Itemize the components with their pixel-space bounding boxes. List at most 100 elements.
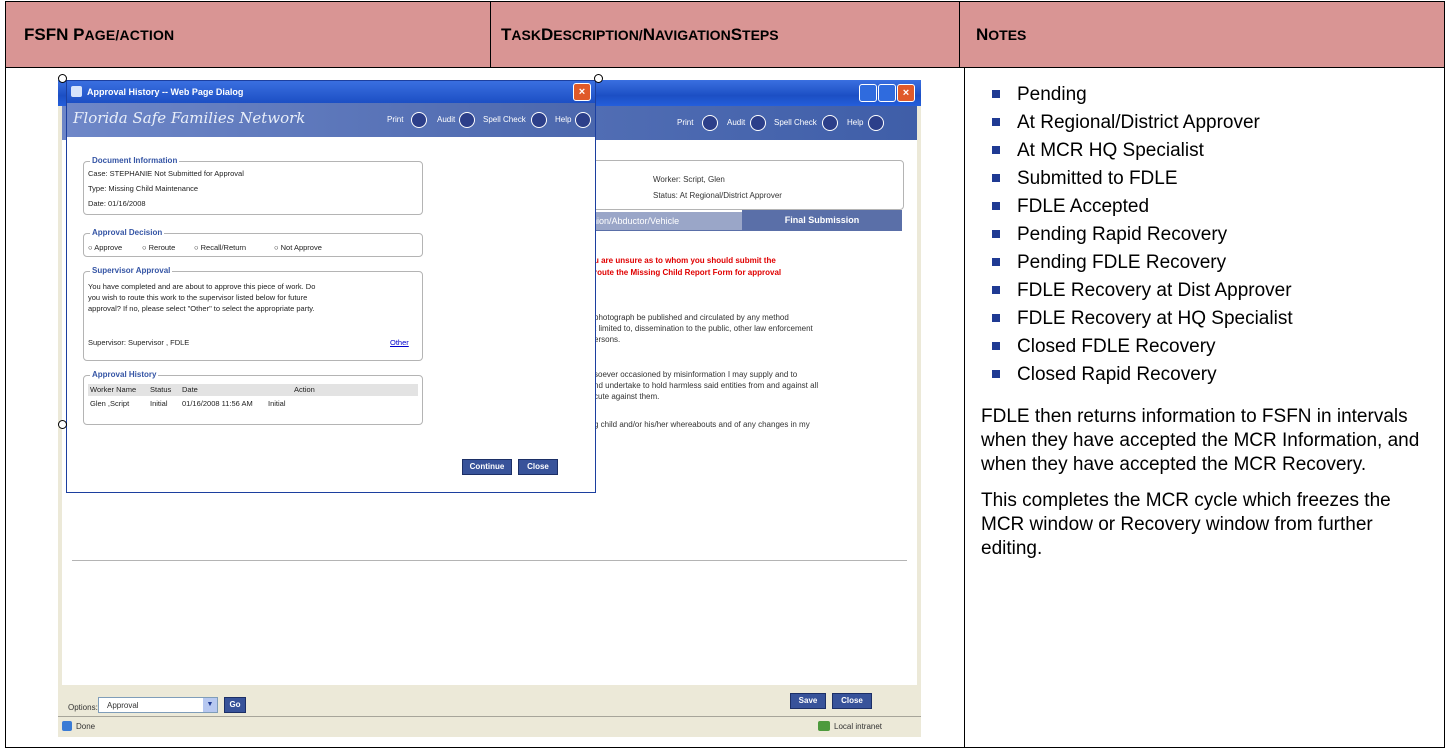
maximize-icon[interactable] [878, 84, 896, 102]
list-item-text: Closed FDLE Recovery [1017, 336, 1216, 357]
list-item: FDLE Recovery at HQ Specialist [981, 305, 1436, 333]
approval-history-group: Approval History Worker Name Status Date… [83, 370, 423, 425]
notes-paragraph-fdle: FDLE then returns information to FSFN in… [981, 406, 1420, 475]
continue-button[interactable]: Continue [462, 459, 512, 475]
header-text: N [976, 24, 989, 44]
selection-handle[interactable] [594, 74, 603, 83]
header-text-small: ESCRIPTION/ [553, 26, 643, 43]
bullet-icon [992, 342, 1000, 350]
header-text-small: OTES [988, 26, 1027, 43]
spell-check-button[interactable]: Spell Check [483, 115, 526, 124]
radio-reroute[interactable]: ○ Reroute [142, 243, 175, 252]
table-cell: 01/16/2008 11:56 AM [182, 399, 253, 408]
column-header: Action [294, 385, 315, 394]
header-text-small: AVIGATION [654, 26, 731, 43]
body-text: ersons. [594, 335, 621, 344]
bullet-icon [992, 314, 1000, 322]
body-text: nd undertake to hold harmless said entit… [594, 381, 819, 390]
help-icon[interactable] [868, 115, 884, 131]
radio-recall-return[interactable]: ○ Recall/Return [194, 243, 246, 252]
notes-paragraph-completes: This completes the MCR cycle which freez… [981, 490, 1391, 559]
save-button[interactable]: Save [790, 693, 826, 709]
radio-label: Approve [94, 243, 123, 252]
minimize-icon[interactable] [859, 84, 877, 102]
spell-check-button[interactable]: Spell Check [774, 118, 817, 127]
warning-text: route the Missing Child Report Form for … [594, 268, 782, 277]
column-header: Date [182, 385, 198, 394]
radio-not-approve[interactable]: ○ Not Approve [274, 243, 322, 252]
body-text: t limited to, dissemination to the publi… [594, 324, 813, 333]
tab-final-submission[interactable]: Final Submission [742, 210, 902, 230]
list-item-text: At Regional/District Approver [1017, 112, 1260, 133]
header-page-action: FSFN P AGE/ACTION [5, 1, 491, 68]
list-item-text: Pending Rapid Recovery [1017, 224, 1228, 245]
dialog-titlebar: Approval History -- Web Page Dialog × [67, 81, 595, 103]
header-text: T [501, 24, 512, 44]
worker-status-box: Worker: Script, Glen Status: At Regional… [592, 160, 904, 210]
ie-page-icon [62, 721, 72, 731]
worker-text: Worker: Script, Glen [653, 175, 725, 184]
case-text: Case: STEPHANIE Not Submitted for Approv… [88, 169, 244, 178]
print-button[interactable]: Print [387, 115, 403, 124]
audit-button[interactable]: Audit [727, 118, 745, 127]
approval-history-dialog: Approval History -- Web Page Dialog × Fl… [66, 80, 596, 493]
bullet-icon [992, 230, 1000, 238]
bullet-icon [992, 90, 1000, 98]
spell-check-icon[interactable] [531, 112, 547, 128]
bullet-icon [992, 370, 1000, 378]
supervisor-text: You have completed and are about to appr… [88, 282, 316, 291]
options-selected-value: Approval [107, 701, 139, 710]
status-text: Status: At Regional/District Approver [653, 191, 782, 200]
header-text: FSFN P [24, 24, 85, 44]
selection-handle[interactable] [58, 74, 67, 83]
other-link[interactable]: Other [390, 338, 409, 347]
close-icon[interactable]: × [897, 84, 915, 102]
help-button[interactable]: Help [847, 118, 863, 127]
close-button[interactable]: Close [832, 693, 872, 709]
table-cell: Initial [150, 399, 168, 408]
print-icon[interactable] [411, 112, 427, 128]
list-item-text: FDLE Recovery at Dist Approver [1017, 280, 1292, 301]
audit-button[interactable]: Audit [437, 115, 455, 124]
body-text: soever occasioned by misinformation I ma… [594, 370, 798, 379]
app-logo-text: Florida Safe Families Network [73, 109, 306, 127]
column-header: Worker Name [90, 385, 137, 394]
supervisor-name: Supervisor: Supervisor , FDLE [88, 338, 190, 347]
chevron-down-icon[interactable]: ▼ [203, 698, 217, 712]
divider [72, 560, 907, 561]
spell-check-icon[interactable] [822, 115, 838, 131]
list-item-text: FDLE Recovery at HQ Specialist [1017, 308, 1293, 329]
bullet-icon [992, 202, 1000, 210]
tab-companion[interactable]: panion/Abductor/Vehicle [582, 212, 742, 230]
list-item-text: Closed Rapid Recovery [1017, 364, 1217, 385]
header-text: S [730, 24, 743, 44]
audit-icon[interactable] [459, 112, 475, 128]
audit-icon[interactable] [750, 115, 766, 131]
list-item-text: Pending FDLE Recovery [1017, 252, 1227, 273]
supervisor-text: approval? If no, please select "Other" t… [88, 304, 315, 313]
dialog-banner: Florida Safe Families Network Print Audi… [67, 103, 595, 137]
supervisor-approval-group: Supervisor Approval You have completed a… [83, 266, 423, 361]
table-cell: Initial [268, 399, 286, 408]
print-icon[interactable] [702, 115, 718, 131]
status-list: Pending At Regional/District Approver At… [981, 81, 1436, 389]
embedded-screenshot: × Print Audit Spell Check Help Worker: S… [58, 80, 921, 737]
options-select[interactable]: Approval ▼ [98, 697, 218, 713]
dialog-close-button[interactable]: Close [518, 459, 558, 475]
help-button[interactable]: Help [555, 115, 571, 124]
list-item-text: Pending [1017, 84, 1087, 105]
selection-handle[interactable] [58, 420, 67, 429]
help-icon[interactable] [575, 112, 591, 128]
dialog-close-icon[interactable]: × [573, 83, 591, 101]
list-item: Pending [981, 81, 1436, 109]
go-button[interactable]: Go [224, 697, 246, 713]
group-legend: Approval History [90, 370, 159, 379]
approval-decision-group: Approval Decision ○ Approve ○ Reroute ○ … [83, 228, 423, 257]
body-text: cute against them. [594, 392, 660, 401]
tab-divider [572, 230, 902, 231]
bullet-icon [992, 286, 1000, 294]
print-button[interactable]: Print [677, 118, 693, 127]
bullet-icon [992, 258, 1000, 266]
radio-approve[interactable]: ○ Approve [88, 243, 122, 252]
list-item: Submitted to FDLE [981, 165, 1436, 193]
